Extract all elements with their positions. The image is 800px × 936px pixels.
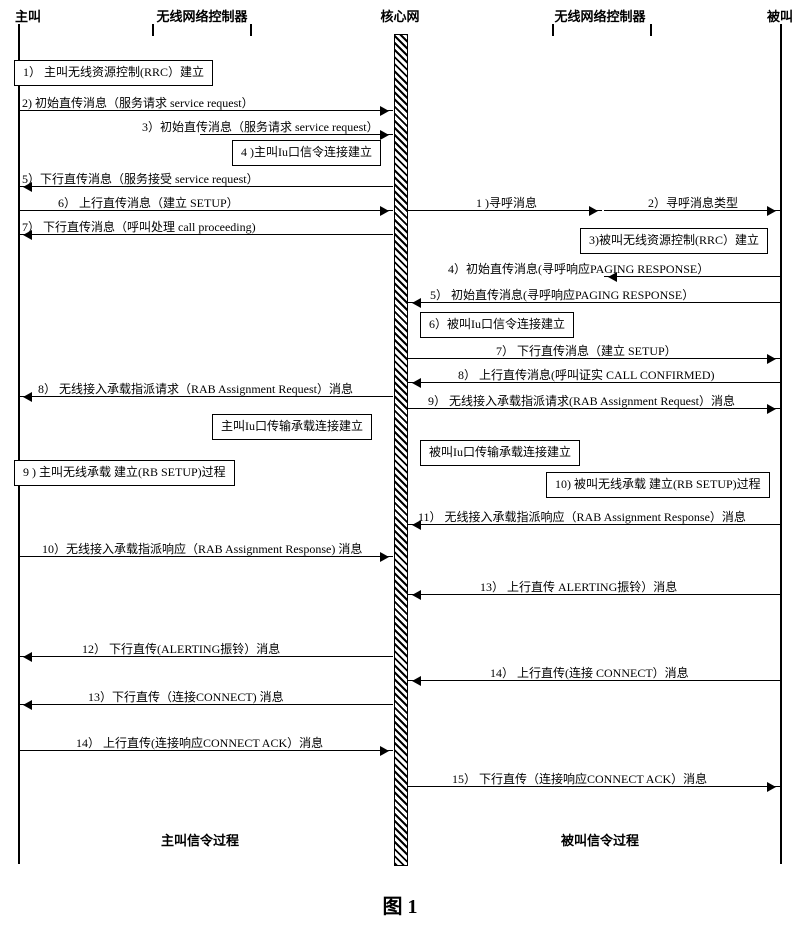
step-caller-14-arrow [19,750,393,751]
lifeline-callee [780,24,782,864]
step-callee-11-arrow [408,524,780,525]
step-callee-1-label: 1 )寻呼消息 [476,194,537,211]
step-caller-5-label: 5）下行直传消息（服务接受 service request） [22,170,259,187]
step-caller-3-arrow [200,134,393,135]
step-caller-13-arrow [19,704,393,705]
lifeline-rnc-l-top2 [250,24,252,36]
step-caller-10-label: 10）无线接入承载指派响应（RAB Assignment Response) 消… [42,540,362,557]
step-caller-8-label: 8） 无线接入承载指派请求（RAB Assignment Request）消息 [38,380,353,397]
actor-rnc-right: 无线网络控制器 [554,6,645,25]
step-caller-13-label: 13）下行直传（连接CONNECT) 消息 [88,688,284,705]
step-callee-9-arrow [408,408,780,409]
actor-callee: 被叫 [767,6,793,25]
actor-rnc-left: 无线网络控制器 [156,6,247,25]
step-caller-10-arrow [19,556,393,557]
step-callee-8-label: 8） 上行直传消息(呼叫证实 CALL CONFIRMED) [458,366,715,383]
step-callee-3-rrc: 3)被叫无线资源控制(RRC）建立 [580,228,768,254]
step-callee-4-label: 4）初始直传消息(寻呼响应PAGING RESPONSE） [448,260,709,277]
step-callee-10-rb-setup: 10) 被叫无线承载 建立(RB SETUP)过程 [546,472,770,498]
step-callee-8-arrow [408,382,780,383]
step-caller-1-rrc: 1） 主叫无线资源控制(RRC）建立 [14,60,213,86]
step-callee-5-label: 5） 初始直传消息(寻呼响应PAGING RESPONSE） [430,286,694,303]
step-callee-5-arrow [408,302,780,303]
step-caller-7-arrow [19,234,393,235]
iu-bearer-right: 被叫Iu口传输承载连接建立 [420,440,580,466]
step-callee-9-label: 9） 无线接入承载指派请求(RAB Assignment Request）消息 [428,392,735,409]
lifeline-caller [18,24,20,864]
actor-caller: 主叫 [15,6,41,25]
lifeline-rnc-r-top [552,24,554,36]
step-caller-7-label: 7） 下行直传消息（呼叫处理 call proceeding) [22,218,256,235]
step-caller-6-arrow [19,210,393,211]
step-callee-14-label: 14） 上行直传(连接 CONNECT）消息 [490,664,689,681]
step-callee-15-arrow [408,786,780,787]
step-caller-3-label: 3）初始直传消息（服务请求 service request） [142,118,379,135]
sequence-diagram: 主叫 无线网络控制器 核心网 无线网络控制器 被叫 1） 主叫无线资源控制(RR… [0,0,800,936]
step-callee-7-arrow [408,358,780,359]
step-callee-11-label: 11） 无线接入承载指派响应（RAB Assignment Response）消… [418,508,746,525]
footer-right: 被叫信令过程 [561,830,639,849]
step-callee-4-arrow [604,276,780,277]
step-caller-6-label: 6） 上行直传消息（建立 SETUP） [58,194,239,211]
step-caller-8-arrow [19,396,393,397]
step-callee-7-label: 7） 下行直传消息（建立 SETUP） [496,342,677,359]
step-callee-13-label: 13） 上行直传 ALERTING振铃）消息 [480,578,677,595]
step-callee-15-label: 15） 下行直传（连接响应CONNECT ACK）消息 [452,770,707,787]
step-caller-12-label: 12） 下行直传(ALERTING振铃）消息 [82,640,280,657]
step-callee-2-arrow [604,210,780,211]
actor-core: 核心网 [380,6,419,25]
step-caller-12-arrow [19,656,393,657]
footer-left: 主叫信令过程 [161,830,239,849]
step-caller-5-arrow [19,186,393,187]
step-caller-9-rb-setup: 9 ) 主叫无线承载 建立(RB SETUP)过程 [14,460,235,486]
figure-caption: 图 1 [383,890,418,919]
step-callee-6-iu-sig: 6）被叫Iu口信令连接建立 [420,312,574,338]
step-callee-1-arrow [408,210,602,211]
lifeline-rnc-l-top [152,24,154,36]
step-caller-4-iu-sig: 4 )主叫Iu口信令连接建立 [232,140,381,166]
step-caller-2-arrow [19,110,393,111]
iu-bearer-left: 主叫Iu口传输承载连接建立 [212,414,372,440]
step-caller-14-label: 14） 上行直传(连接响应CONNECT ACK）消息 [76,734,323,751]
lifeline-rnc-r-top2 [650,24,652,36]
step-caller-2-label: 2) 初始直传消息（服务请求 service request） [22,94,254,111]
step-callee-14-arrow [408,680,780,681]
step-callee-13-arrow [408,594,780,595]
lifeline-core [394,34,408,866]
step-callee-2-label: 2）寻呼消息类型 [648,194,738,211]
